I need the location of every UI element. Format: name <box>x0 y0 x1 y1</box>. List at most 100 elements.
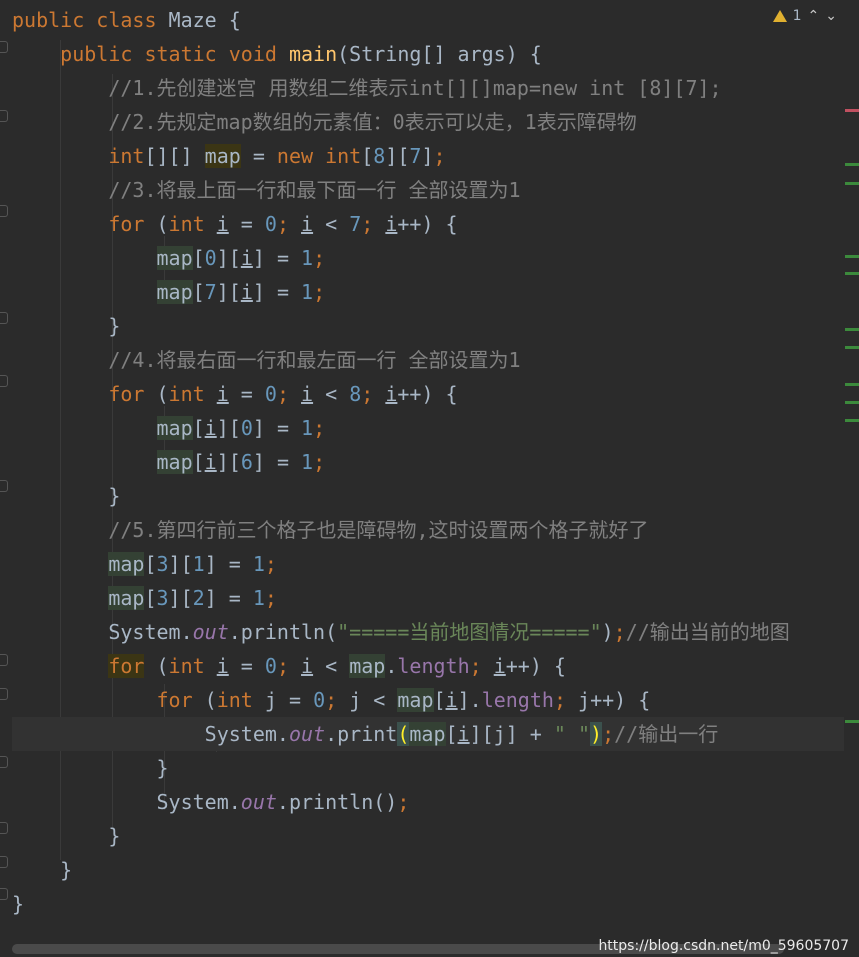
code-line[interactable]: map[i][6] = 1; <box>12 445 844 479</box>
code-token: new int <box>276 144 362 168</box>
code-line[interactable]: map[3][2] = 1; <box>12 581 844 615</box>
code-token: ) <box>590 722 603 746</box>
fold-marker-icon[interactable] <box>0 41 8 53</box>
warning-count: 1 <box>792 8 802 24</box>
code-line[interactable]: map[0][i] = 1; <box>12 241 844 275</box>
fold-marker-icon[interactable] <box>0 756 8 768</box>
code-token: map <box>156 416 193 440</box>
code-token: 1 <box>252 552 265 576</box>
code-line[interactable]: System.out.print(map[i][j] + " ");//输出一行 <box>12 717 844 751</box>
code-token: i <box>216 382 229 406</box>
code-token: map <box>409 722 446 746</box>
code-line[interactable]: //2.先规定map数组的元素值：0表示可以走，1表示障碍物 <box>12 105 844 139</box>
error-stripe-mark[interactable] <box>845 383 859 386</box>
error-stripe-mark[interactable] <box>845 720 859 723</box>
code-token: length <box>397 654 470 678</box>
code-line[interactable]: for (int i = 0; i < 8; i++) { <box>12 377 844 411</box>
watermark: https://blog.csdn.net/m0_59605707 <box>598 938 849 954</box>
code-line[interactable]: for (int i = 0; i < 7; i++) { <box>12 207 844 241</box>
code-token: map <box>156 450 193 474</box>
code-line[interactable]: } <box>12 819 844 853</box>
error-stripe-mark[interactable] <box>845 328 859 331</box>
code-token: ; <box>276 212 302 236</box>
chevron-up-icon[interactable]: ⌃ <box>808 8 820 24</box>
code-token: ; <box>433 144 446 168</box>
error-stripe-mark[interactable] <box>845 182 859 185</box>
code-token: ( <box>397 722 410 746</box>
code-token: i <box>301 212 314 236</box>
code-area[interactable]: public class Maze { public static void m… <box>12 3 844 921</box>
code-line[interactable]: public static void main(String[] args) { <box>12 37 844 71</box>
inspection-widget[interactable]: 1 ⌃ ⌄ <box>772 8 837 24</box>
code-token: //1.先创建迷宫 用数组二维表示int[][]map=new int [8][… <box>108 76 722 100</box>
code-line[interactable]: public class Maze { <box>12 3 844 37</box>
code-token: j++) { <box>578 688 651 712</box>
code-token: } <box>12 484 121 508</box>
code-token: int <box>168 212 217 236</box>
code-line[interactable]: System.out.println("=====当前地图情况=====");/… <box>12 615 844 649</box>
error-stripe-mark[interactable] <box>845 419 859 422</box>
error-stripe-mark[interactable] <box>845 401 859 404</box>
code-token: ; <box>361 382 386 406</box>
code-token: i <box>216 654 229 678</box>
code-token: length <box>481 688 554 712</box>
code-token: 7 <box>349 212 362 236</box>
code-token: ][ <box>385 144 410 168</box>
code-line[interactable]: int[][] map = new int[8][7]; <box>12 139 844 173</box>
code-token: out <box>240 790 277 814</box>
fold-marker-icon[interactable] <box>0 205 8 217</box>
code-line[interactable]: map[3][1] = 1; <box>12 547 844 581</box>
code-token: i <box>204 416 217 440</box>
code-line[interactable]: //4.将最右面一行和最左面一行 全部设置为1 <box>12 343 844 377</box>
fold-marker-icon[interactable] <box>0 654 8 666</box>
code-token: ++) { <box>505 654 566 678</box>
code-line[interactable]: //1.先创建迷宫 用数组二维表示int[][]map=new int [8][… <box>12 71 844 105</box>
code-line[interactable]: } <box>12 751 844 785</box>
code-line[interactable]: } <box>12 853 844 887</box>
fold-gutter[interactable] <box>0 0 12 940</box>
fold-marker-icon[interactable] <box>0 375 8 387</box>
code-token: [ <box>192 246 205 270</box>
code-line[interactable]: //3.将最上面一行和最下面一行 全部设置为1 <box>12 173 844 207</box>
fold-marker-icon[interactable] <box>0 856 8 868</box>
fold-marker-icon[interactable] <box>0 688 8 700</box>
code-token: < <box>313 382 350 406</box>
fold-marker-icon[interactable] <box>0 110 8 122</box>
code-token: " " <box>553 722 591 746</box>
code-line[interactable]: for (int j = 0; j < map[i].length; j++) … <box>12 683 844 717</box>
code-token: ; <box>276 654 302 678</box>
error-stripe-mark[interactable] <box>845 255 859 258</box>
code-line[interactable]: } <box>12 309 844 343</box>
error-stripe-mark[interactable] <box>845 346 859 349</box>
code-line[interactable]: } <box>12 479 844 513</box>
error-stripe-mark[interactable] <box>845 109 859 112</box>
error-stripe[interactable] <box>844 0 859 940</box>
error-stripe-mark[interactable] <box>845 272 859 275</box>
code-editor[interactable]: public class Maze { public static void m… <box>0 0 844 940</box>
chevron-down-icon[interactable]: ⌄ <box>825 8 837 24</box>
code-token: j = <box>264 688 314 712</box>
code-token: ++) { <box>397 212 458 236</box>
fold-marker-icon[interactable] <box>0 480 8 492</box>
code-line[interactable]: System.out.println(); <box>12 785 844 819</box>
code-line[interactable]: map[7][i] = 1; <box>12 275 844 309</box>
fold-marker-icon[interactable] <box>0 888 8 900</box>
code-token: ][ <box>216 246 241 270</box>
code-line[interactable]: } <box>12 887 844 921</box>
code-token: //输出当前的地图 <box>625 620 790 644</box>
error-stripe-mark[interactable] <box>845 163 859 166</box>
code-line[interactable]: map[i][0] = 1; <box>12 411 844 445</box>
fold-marker-icon[interactable] <box>0 312 8 324</box>
code-token: for <box>108 212 157 236</box>
code-line[interactable]: for (int i = 0; i < map.length; i++) { <box>12 649 844 683</box>
fold-marker-icon[interactable] <box>0 822 8 834</box>
code-line[interactable]: //5.第四行前三个格子也是障碍物,这时设置两个格子就好了 <box>12 513 844 547</box>
code-token: ; <box>469 654 494 678</box>
code-token: 8 <box>349 382 362 406</box>
